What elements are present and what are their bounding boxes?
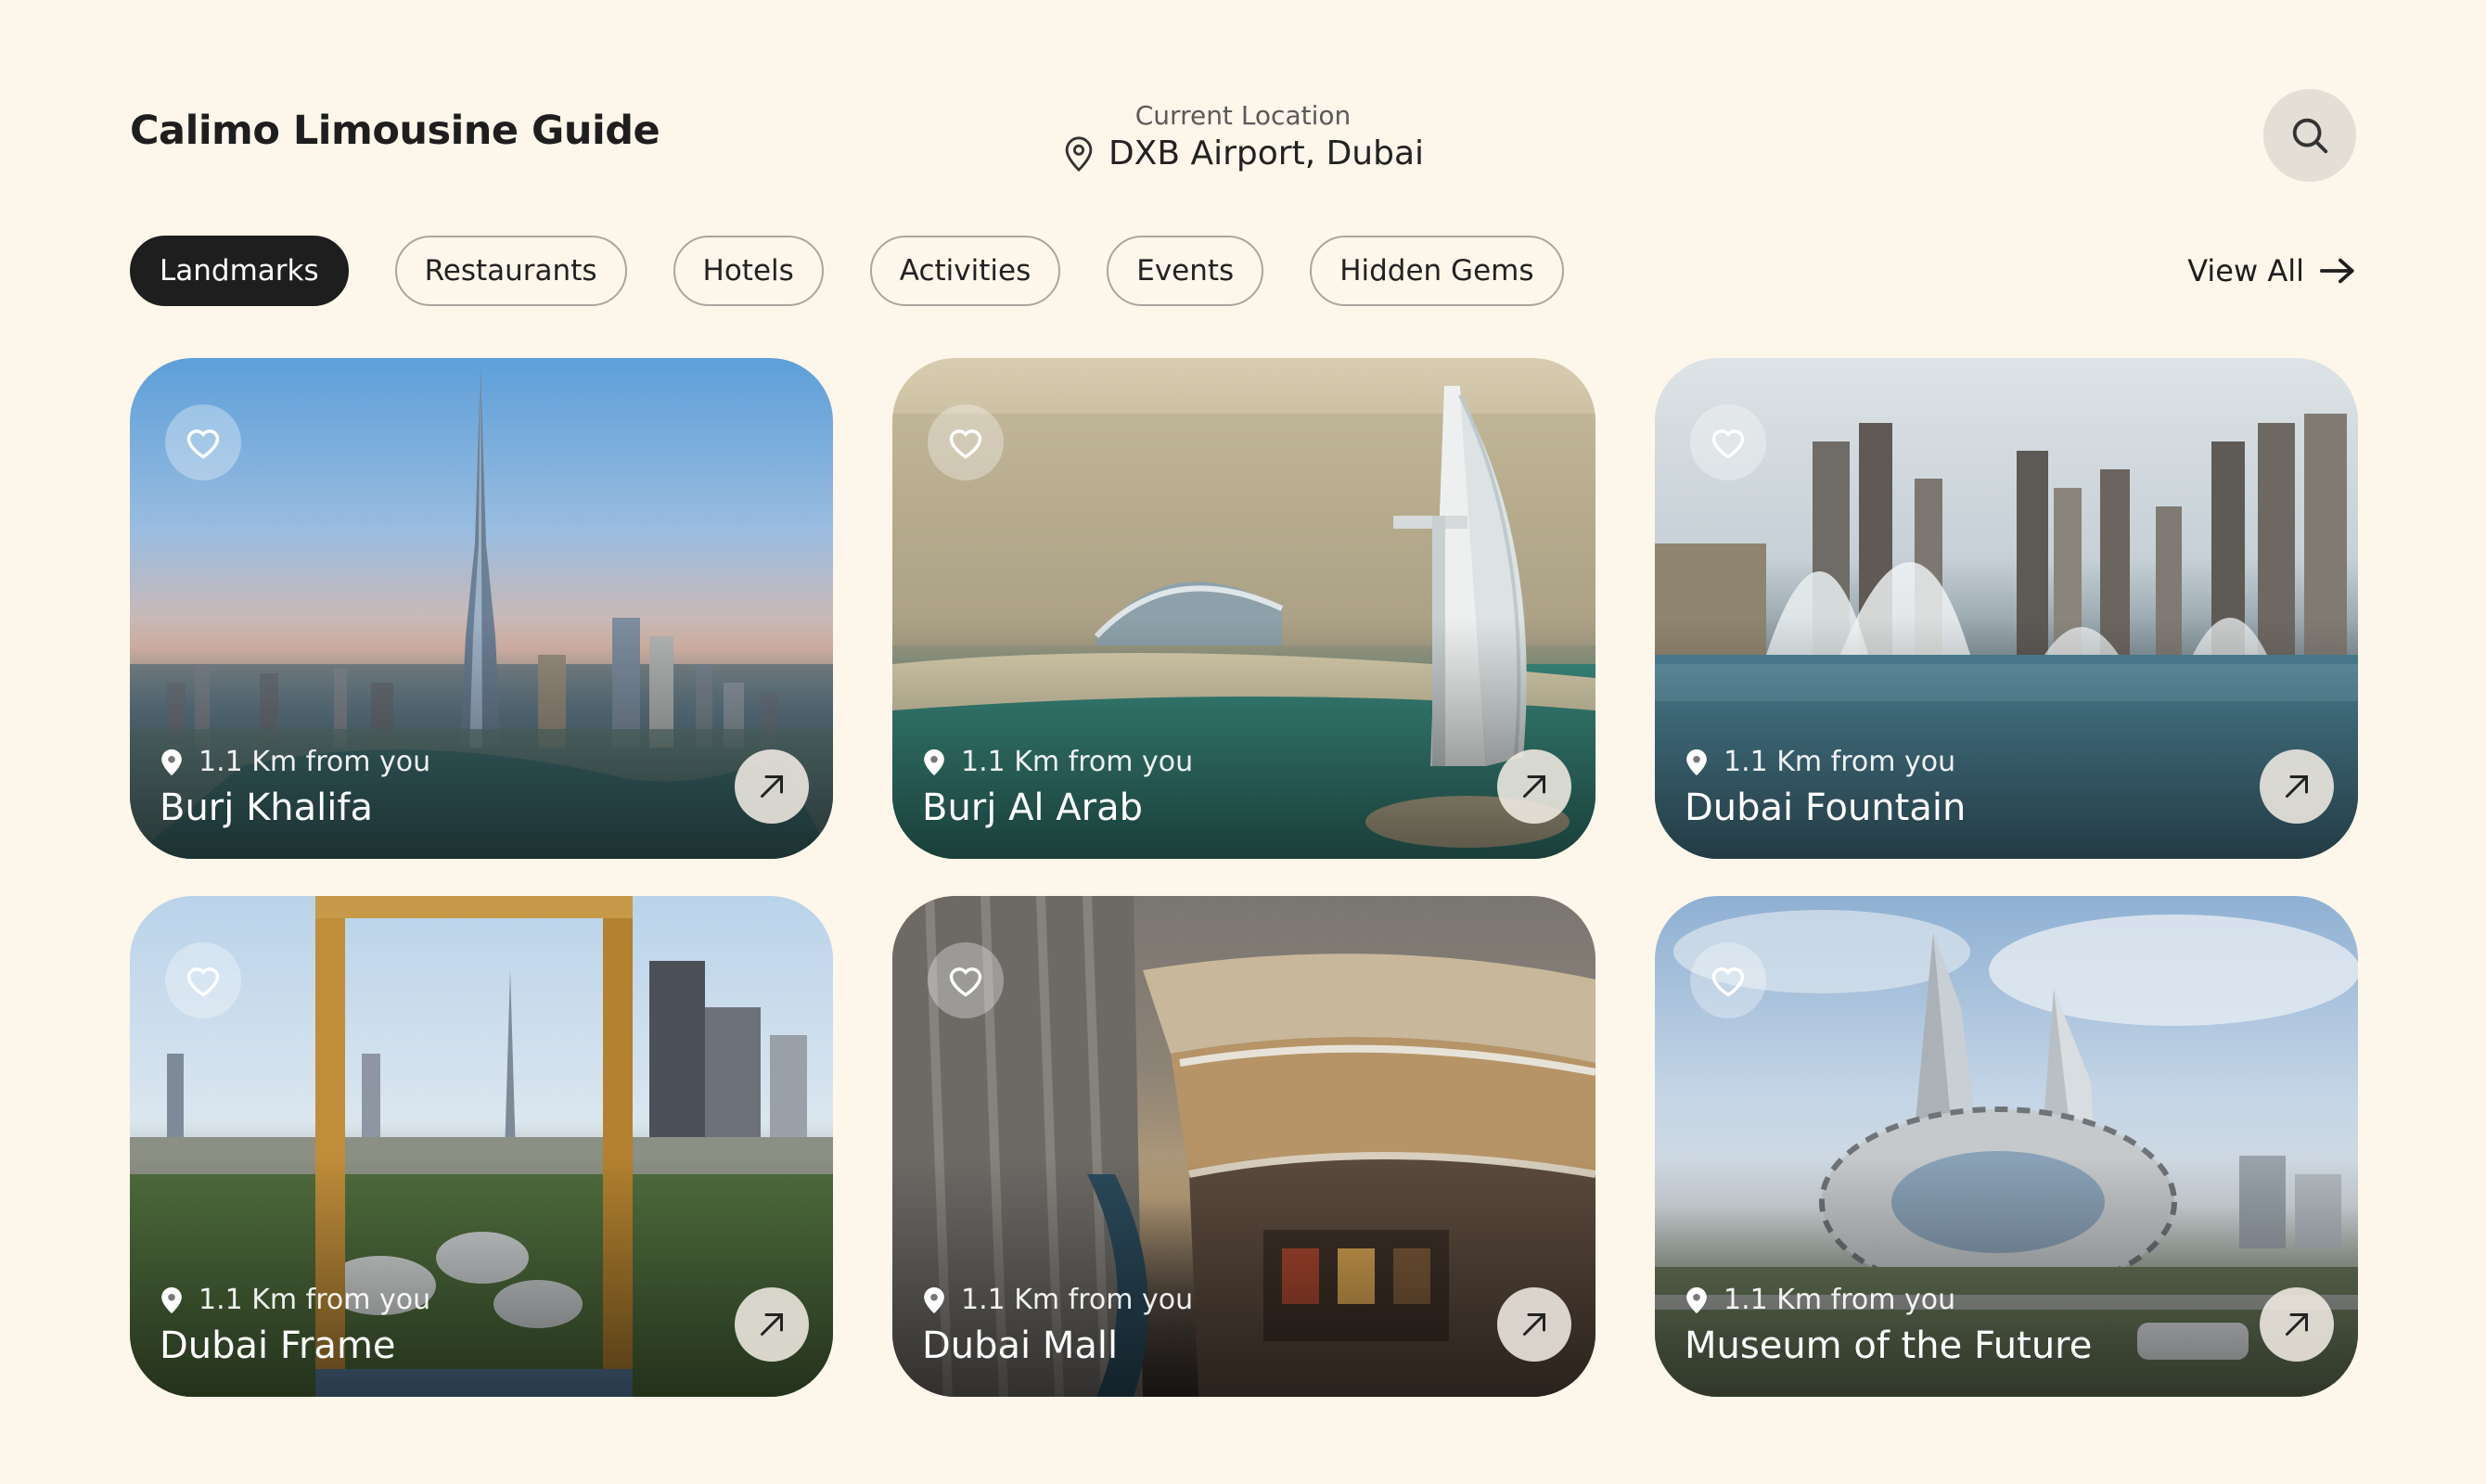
landmark-card[interactable]: 1.1 Km from you Burj Khalifa (130, 358, 833, 859)
arrow-up-right-icon (761, 1313, 783, 1336)
heart-icon (949, 967, 982, 997)
distance-text: 1.1 Km from you (1724, 746, 1956, 778)
place-name: Dubai Mall (922, 1324, 1119, 1367)
favorite-button[interactable] (928, 942, 1004, 1018)
distance-row: 1.1 Km from you (1685, 1284, 1955, 1316)
view-all-label: View All (2187, 253, 2304, 288)
landmark-grid: 1.1 Km from you Burj Khalifa 1.1 Km from… (130, 358, 2358, 1397)
distance-row: 1.1 Km from you (1685, 746, 1955, 778)
distance-text: 1.1 Km from you (199, 746, 431, 778)
location-value-row: DXB Airport, Dubai (1062, 134, 1424, 173)
distance-text: 1.1 Km from you (961, 1284, 1194, 1316)
heart-icon (186, 429, 220, 459)
place-name: Burj Al Arab (922, 787, 1143, 829)
arrow-right-icon (2320, 258, 2354, 284)
arrow-up-right-icon (1523, 1313, 1545, 1336)
chip-landmarks[interactable]: Landmarks (130, 236, 349, 306)
open-details-button[interactable] (2260, 749, 2334, 824)
landmark-card[interactable]: 1.1 Km from you Museum of the Future (1655, 896, 2358, 1397)
heart-icon (186, 967, 220, 997)
heart-icon (949, 429, 982, 459)
favorite-button[interactable] (165, 404, 241, 480)
location-label: Current Location (1134, 100, 1352, 131)
arrow-up-right-icon (761, 775, 783, 798)
landmark-card[interactable]: 1.1 Km from you Dubai Frame (130, 896, 833, 1397)
arrow-up-right-icon (1523, 775, 1545, 798)
category-filters: Landmarks Restaurants Hotels Activities … (130, 236, 1564, 306)
place-name: Burj Khalifa (160, 787, 373, 829)
search-icon (2292, 118, 2328, 154)
chip-events[interactable]: Events (1107, 236, 1264, 306)
arrow-up-right-icon (2286, 1313, 2308, 1336)
heart-icon (1711, 429, 1745, 459)
distance-text: 1.1 Km from you (1724, 1284, 1956, 1316)
place-name: Dubai Fountain (1685, 787, 1967, 829)
chip-restaurants[interactable]: Restaurants (394, 236, 627, 306)
chip-activities[interactable]: Activities (869, 236, 1061, 306)
search-button[interactable] (2263, 89, 2356, 182)
map-pin-icon (1686, 748, 1707, 775)
landmark-card[interactable]: 1.1 Km from you Burj Al Arab (892, 358, 1595, 859)
distance-text: 1.1 Km from you (961, 746, 1194, 778)
map-pin-icon (924, 748, 944, 775)
open-details-button[interactable] (735, 1287, 809, 1362)
open-details-button[interactable] (1497, 1287, 1571, 1362)
app-title: Calimo Limousine Guide (130, 108, 660, 154)
chip-hidden-gems[interactable]: Hidden Gems (1310, 236, 1564, 306)
landmark-card[interactable]: 1.1 Km from you Dubai Fountain (1655, 358, 2358, 859)
open-details-button[interactable] (2260, 1287, 2334, 1362)
favorite-button[interactable] (165, 942, 241, 1018)
distance-row: 1.1 Km from you (922, 1284, 1193, 1316)
map-pin-icon (161, 748, 182, 775)
heart-icon (1711, 967, 1745, 997)
view-all-link[interactable]: View All (2187, 236, 2356, 306)
location-value: DXB Airport, Dubai (1108, 134, 1425, 173)
map-pin-icon (924, 1286, 944, 1313)
distance-row: 1.1 Km from you (160, 746, 430, 778)
chip-hotels[interactable]: Hotels (673, 236, 824, 306)
arrow-up-right-icon (2286, 775, 2308, 798)
map-pin-icon (1065, 135, 1093, 172)
current-location[interactable]: Current Location DXB Airport, Dubai (1057, 100, 1429, 176)
app-screen: Calimo Limousine Guide Current Location … (0, 0, 2486, 1484)
favorite-button[interactable] (928, 404, 1004, 480)
place-name: Museum of the Future (1685, 1324, 2093, 1367)
distance-row: 1.1 Km from you (160, 1284, 430, 1316)
map-pin-icon (161, 1286, 182, 1313)
open-details-button[interactable] (1497, 749, 1571, 824)
landmark-card[interactable]: 1.1 Km from you Dubai Mall (892, 896, 1595, 1397)
favorite-button[interactable] (1690, 404, 1766, 480)
favorite-button[interactable] (1690, 942, 1766, 1018)
open-details-button[interactable] (735, 749, 809, 824)
distance-row: 1.1 Km from you (922, 746, 1193, 778)
distance-text: 1.1 Km from you (199, 1284, 431, 1316)
place-name: Dubai Frame (160, 1324, 396, 1367)
map-pin-icon (1686, 1286, 1707, 1313)
